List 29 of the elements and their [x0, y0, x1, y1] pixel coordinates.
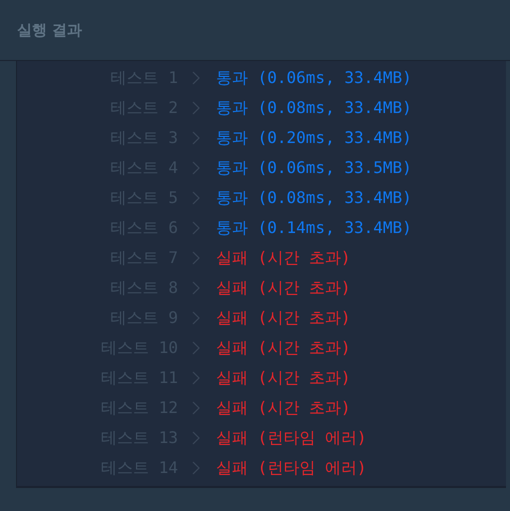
test-result: 통과 (0.20ms, 33.4MB)	[216, 128, 412, 148]
test-result: 실패 (시간 초과)	[216, 338, 351, 358]
chevron-icon	[192, 431, 200, 445]
test-result: 통과 (0.14ms, 33.4MB)	[216, 218, 412, 238]
chevron-icon	[192, 311, 200, 325]
test-result: 실패 (런타임 에러)	[216, 458, 367, 478]
panel-title: 실행 결과	[17, 20, 82, 40]
test-result: 통과 (0.06ms, 33.4MB)	[216, 68, 412, 88]
test-result: 실패 (시간 초과)	[216, 248, 351, 268]
chevron-icon	[192, 131, 200, 145]
chevron-icon	[192, 341, 200, 355]
chevron-icon	[192, 401, 200, 415]
test-result: 실패 (시간 초과)	[216, 308, 351, 328]
test-result: 통과 (0.08ms, 33.4MB)	[216, 188, 412, 208]
chevron-icon	[192, 161, 200, 175]
test-result: 실패 (시간 초과)	[216, 368, 351, 388]
chevron-icon	[192, 191, 200, 205]
chevron-icon	[192, 461, 200, 475]
test-result: 실패 (런타임 에러)	[216, 428, 367, 448]
test-result: 통과 (0.08ms, 33.4MB)	[216, 98, 412, 118]
chevron-icon	[192, 281, 200, 295]
test-result: 실패 (시간 초과)	[216, 278, 351, 298]
chevron-icon	[192, 101, 200, 115]
test-result: 실패 (시간 초과)	[216, 398, 351, 418]
test-result: 통과 (0.06ms, 33.5MB)	[216, 158, 412, 178]
chevron-icon	[192, 371, 200, 385]
chevron-icon	[192, 71, 200, 85]
chevron-icon	[192, 221, 200, 235]
chevron-icon	[192, 251, 200, 265]
